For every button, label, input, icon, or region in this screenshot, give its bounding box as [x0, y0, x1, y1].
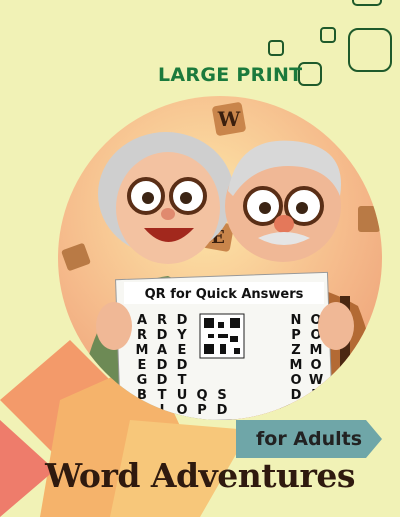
grid-letter: O [176, 403, 187, 418]
grid-letter: Z [291, 343, 300, 358]
cover-illustration: W E QR for Quick Answers A R D N O R D Y… [58, 96, 382, 420]
grid-letter: D [157, 358, 168, 373]
grid-letter: B [137, 388, 147, 403]
grid-letter: E [178, 343, 187, 358]
letter-tile: W [212, 102, 246, 136]
grid-letter: E [138, 403, 147, 418]
qr-caption: QR for Quick Answers [145, 287, 304, 302]
grid-letter: E [138, 358, 147, 373]
book-title: Word Adventures [45, 456, 355, 495]
grid-letter: D [291, 388, 302, 403]
grid-letter: N [291, 313, 302, 328]
grid-letter: P [311, 388, 321, 403]
grid-letter: G [137, 373, 148, 388]
svg-text:W: W [217, 107, 241, 131]
grid-letter: R [157, 313, 167, 328]
subtitle: for Adults [256, 428, 363, 450]
grid-letter: M [136, 343, 149, 358]
grid-letter: W [309, 373, 323, 388]
grid-letter: Y [176, 328, 187, 343]
grid-letter: P [291, 403, 301, 418]
grid-letter: Q [196, 388, 207, 403]
grid-letter: D [157, 328, 168, 343]
grid-letter: D [177, 358, 188, 373]
grid-letter: R [311, 403, 321, 418]
grid-letter: D [177, 313, 188, 328]
grid-letter: O [290, 373, 301, 388]
book-cover: LARGE PRINT W E QR for Quick Answers A R… [0, 0, 400, 517]
grid-letter: J [159, 403, 165, 418]
grid-letter: A [157, 343, 167, 358]
grid-letter: S [217, 388, 226, 403]
grid-letter: D [217, 403, 228, 418]
grid-letter: U [177, 388, 188, 403]
grid-letter: M [290, 358, 303, 373]
grid-letter: M [310, 343, 323, 358]
grid-letter: R [137, 328, 147, 343]
grid-letter: T [158, 388, 167, 403]
puzzle-sheet: QR for Quick Answers A R D N OR D Y P OM A E Z ME D D M… [115, 271, 333, 420]
grid-letter: T [178, 373, 187, 388]
grid-letter: A [137, 313, 147, 328]
qr-code [199, 313, 245, 359]
grid-letter: D [157, 373, 168, 388]
grid-letter: O [310, 358, 321, 373]
grid-letter: P [197, 403, 207, 418]
grid-letter: P [291, 328, 301, 343]
